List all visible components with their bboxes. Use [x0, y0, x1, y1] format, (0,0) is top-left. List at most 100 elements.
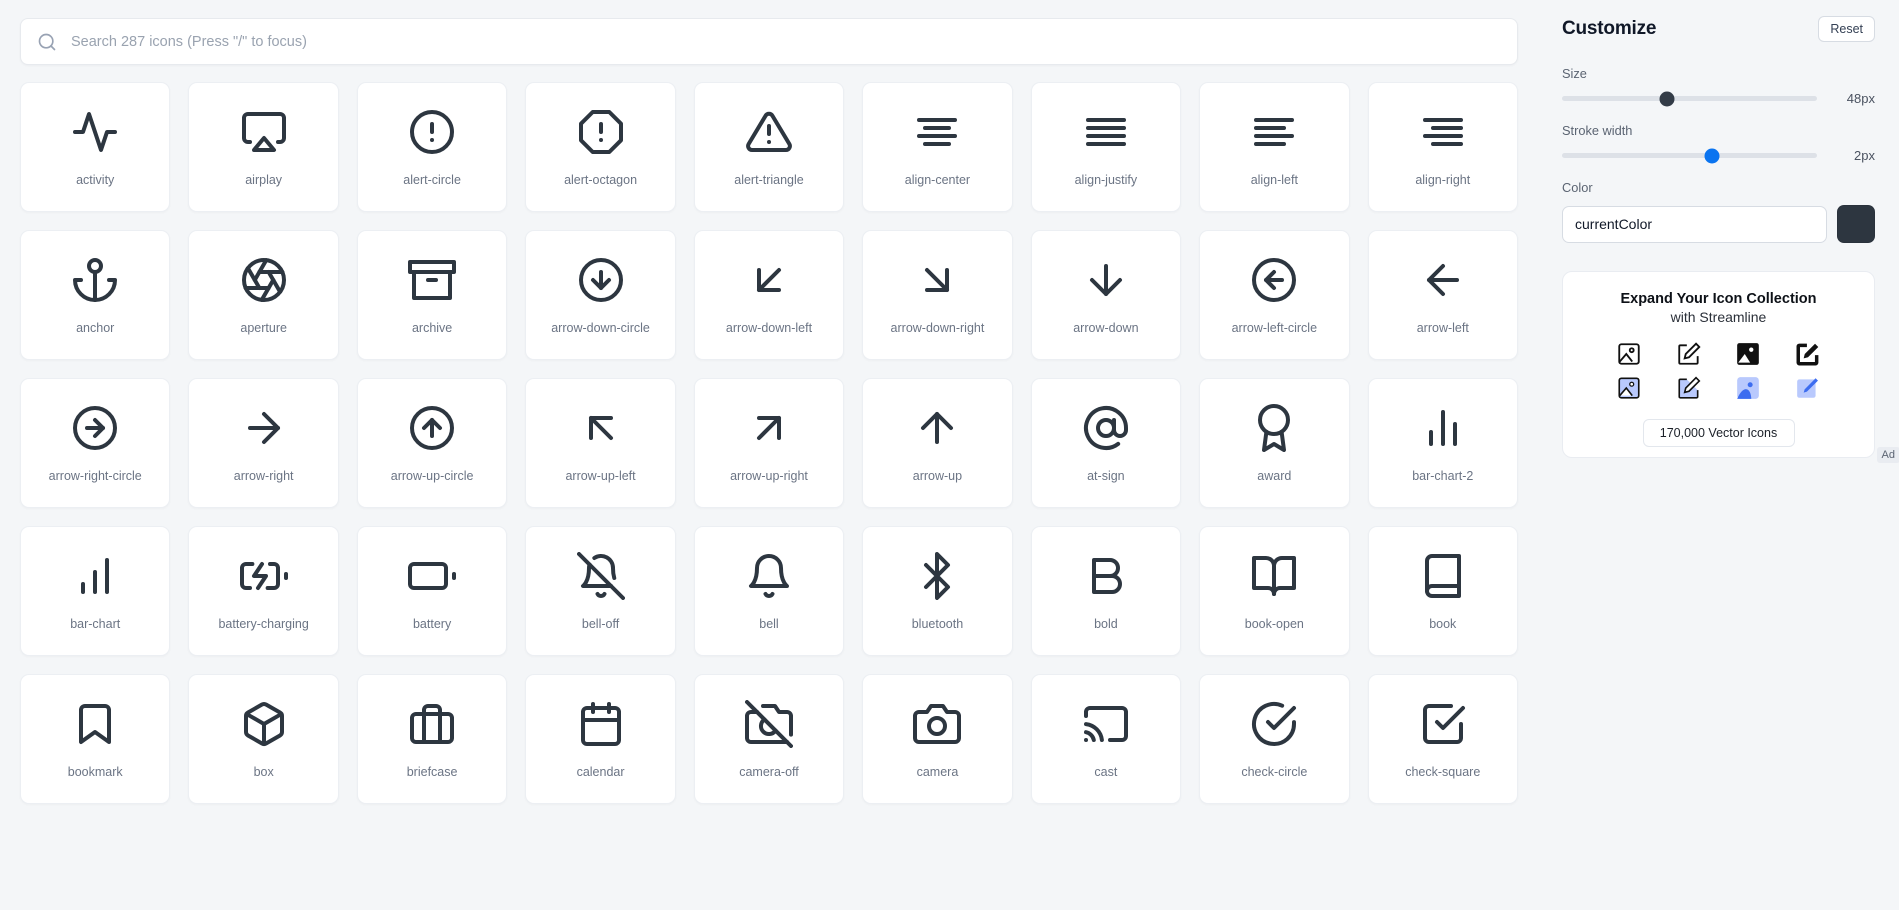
color-swatch[interactable] — [1837, 205, 1875, 243]
icon-label: alert-circle — [403, 172, 461, 187]
battery-charging-icon — [239, 552, 288, 600]
icon-card-activity[interactable]: activity — [20, 82, 171, 212]
icon-card-bell-off[interactable]: bell-off — [525, 526, 676, 656]
icon-label: arrow-left-circle — [1231, 320, 1318, 335]
icon-card-book[interactable]: book — [1367, 526, 1518, 656]
arrow-down-left-icon — [745, 256, 793, 304]
ad-title: Expand Your Icon Collection — [1620, 291, 1817, 307]
icon-card-arrow-up-left[interactable]: arrow-up-left — [525, 378, 676, 508]
icon-grid: activity airplay alert-circle alert-octagon… — [20, 82, 1518, 804]
icon-label: box — [253, 764, 274, 779]
icon-card-award[interactable]: award — [1199, 378, 1350, 508]
icon-card-alert-triangle[interactable]: alert-triangle — [693, 82, 845, 212]
icon-card-cast[interactable]: cast — [1030, 674, 1182, 804]
cast-icon — [1082, 700, 1130, 748]
award-icon — [1250, 403, 1298, 452]
icon-card-bluetooth[interactable]: bluetooth — [862, 526, 1013, 656]
icon-label: activity — [76, 172, 115, 187]
icon-card-bar-chart-2[interactable]: bar-chart-2 — [1367, 378, 1518, 508]
align-center-icon — [913, 108, 961, 156]
icon-card-arrow-right-circle[interactable]: arrow-right-circle — [20, 378, 171, 508]
icon-card-alert-octagon[interactable]: alert-octagon — [525, 82, 676, 212]
icon-label: arrow-down-left — [725, 320, 813, 335]
stroke-slider-thumb[interactable] — [1704, 148, 1720, 163]
icon-label: arrow-down-right — [890, 320, 985, 335]
arrow-left-circle-icon — [1250, 256, 1298, 304]
page-title: Customize — [1562, 18, 1657, 39]
bell-off-icon — [576, 551, 625, 600]
ad-subtitle: with Streamline — [1670, 309, 1767, 326]
icon-label: alert-octagon — [564, 172, 638, 187]
icon-card-align-right[interactable]: align-right — [1367, 82, 1518, 212]
size-slider-thumb[interactable] — [1659, 91, 1675, 106]
icon-card-battery-charging[interactable]: battery-charging — [188, 526, 339, 656]
icon-card-arrow-down-right[interactable]: arrow-down-right — [862, 230, 1013, 360]
icon-card-bar-chart[interactable]: bar-chart — [20, 526, 171, 656]
icon-card-airplay[interactable]: airplay — [188, 82, 339, 212]
edit-solid-icon — [1796, 343, 1819, 366]
align-left-icon — [1250, 108, 1298, 156]
icon-card-check-square[interactable]: check-square — [1367, 674, 1518, 804]
box-icon — [240, 700, 288, 748]
ad-icon-samples — [1599, 341, 1838, 401]
bar-chart-2-icon — [1419, 404, 1467, 452]
icon-card-camera[interactable]: camera — [862, 674, 1013, 804]
icon-card-arrow-down-circle[interactable]: arrow-down-circle — [525, 230, 676, 360]
icon-card-arrow-left[interactable]: arrow-left — [1367, 230, 1518, 360]
icon-label: arrow-up-left — [565, 468, 636, 483]
airplay-icon — [240, 108, 288, 156]
alert-octagon-icon — [577, 108, 625, 156]
icon-card-check-circle[interactable]: check-circle — [1199, 674, 1350, 804]
icon-card-align-justify[interactable]: align-justify — [1030, 82, 1182, 212]
stroke-label: Stroke width — [1562, 123, 1633, 138]
search-bar[interactable] — [20, 18, 1518, 65]
color-input[interactable] — [1562, 205, 1827, 243]
icon-label: bluetooth — [911, 616, 964, 631]
icon-card-bookmark[interactable]: bookmark — [20, 674, 171, 804]
icon-card-arrow-down[interactable]: arrow-down — [1030, 230, 1182, 360]
stroke-slider[interactable] — [1562, 148, 1817, 163]
search-input[interactable] — [71, 33, 1501, 50]
bluetooth-icon — [913, 551, 961, 600]
ad-cta-button[interactable]: 170,000 Vector Icons — [1642, 419, 1795, 448]
calendar-icon — [577, 700, 625, 748]
icon-card-camera-off[interactable]: camera-off — [693, 674, 845, 804]
icon-card-anchor[interactable]: anchor — [20, 230, 171, 360]
icon-label: arrow-right — [233, 468, 294, 483]
icon-card-battery[interactable]: battery — [356, 526, 508, 656]
icon-label: award — [1257, 468, 1292, 483]
aperture-icon — [240, 256, 288, 304]
alert-circle-icon — [408, 108, 456, 156]
icon-card-box[interactable]: box — [188, 674, 339, 804]
image-solid-icon — [1737, 343, 1760, 365]
icon-gallery-main: activity airplay alert-circle alert-octagon… — [0, 0, 1538, 910]
icon-card-arrow-down-left[interactable]: arrow-down-left — [693, 230, 845, 360]
icon-card-arrow-left-circle[interactable]: arrow-left-circle — [1199, 230, 1350, 360]
icon-card-align-center[interactable]: align-center — [862, 82, 1013, 212]
icon-card-arrow-up-right[interactable]: arrow-up-right — [693, 378, 845, 508]
size-slider[interactable] — [1562, 91, 1817, 106]
reset-button[interactable]: Reset — [1818, 16, 1875, 42]
icon-label: archive — [411, 320, 453, 335]
icon-card-bell[interactable]: bell — [693, 526, 845, 656]
icon-card-arrow-up[interactable]: arrow-up — [862, 378, 1013, 508]
icon-card-arrow-up-circle[interactable]: arrow-up-circle — [356, 378, 508, 508]
icon-label: align-justify — [1074, 172, 1138, 187]
icon-card-bold[interactable]: bold — [1030, 526, 1182, 656]
icon-label: bar-chart — [70, 616, 121, 631]
icon-card-at-sign[interactable]: at-sign — [1030, 378, 1182, 508]
icon-card-archive[interactable]: archive — [356, 230, 508, 360]
bold-icon — [1082, 552, 1130, 600]
ad-panel[interactable]: Expand Your Icon Collection with Streaml… — [1562, 271, 1899, 464]
arrow-up-left-icon — [577, 404, 625, 452]
icon-card-arrow-right[interactable]: arrow-right — [188, 378, 339, 508]
icon-card-briefcase[interactable]: briefcase — [356, 674, 508, 804]
icon-card-aperture[interactable]: aperture — [188, 230, 339, 360]
icon-card-calendar[interactable]: calendar — [525, 674, 676, 804]
icon-card-align-left[interactable]: align-left — [1199, 82, 1350, 212]
customize-sidebar: Customize Reset Size 48px Stroke width 2… — [1538, 0, 1899, 910]
icon-card-alert-circle[interactable]: alert-circle — [356, 82, 508, 212]
icon-label: arrow-down — [1073, 320, 1139, 335]
icon-label: arrow-right-circle — [48, 468, 142, 483]
icon-card-book-open[interactable]: book-open — [1199, 526, 1350, 656]
